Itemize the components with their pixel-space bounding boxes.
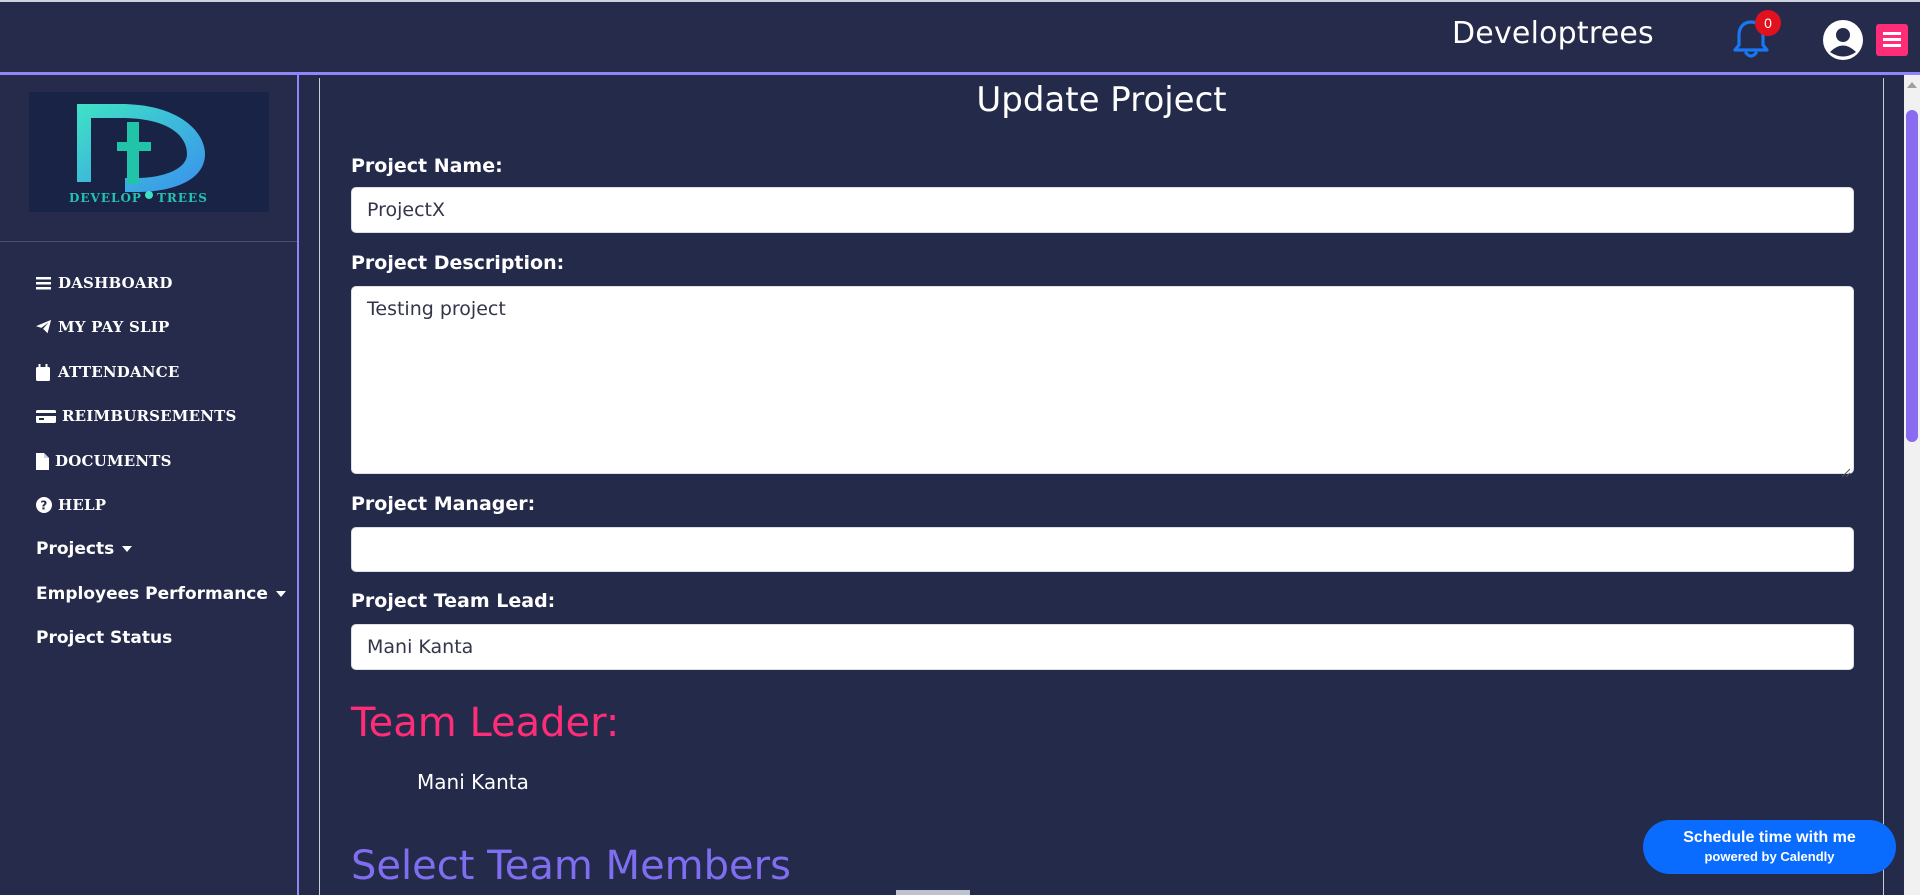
credit-card-icon [36,408,56,424]
svg-text:DEVELOP: DEVELOP [69,191,142,205]
select-team-members-heading: Select Team Members [351,843,791,889]
sidebar-item-my-pay-slip[interactable]: MY PAY SLIP [36,318,169,336]
sidebar-item-dashboard[interactable]: DASHBOARD [36,274,173,292]
project-manager-input[interactable] [351,527,1854,572]
notification-count-badge: 0 [1755,10,1781,36]
developtrees-logo: DEVELOP TREES [29,92,269,212]
project-description-text: Testing project [367,298,506,320]
calendar-icon [36,364,52,381]
file-icon [36,453,49,470]
project-description-label: Project Description: [351,252,565,274]
scrollbar-thumb[interactable] [1906,110,1918,442]
horizontal-scrollbar-thumb[interactable] [896,890,970,895]
scroll-up-arrow-icon[interactable] [1907,82,1917,88]
project-name-label: Project Name: [351,155,503,177]
caret-down-icon [275,591,286,597]
sidebar-item-label: DASHBOARD [58,274,173,292]
team-leader-heading: Team Leader: [351,700,620,746]
sidebar-item-label: REIMBURSEMENTS [62,407,237,425]
calendly-line-1: Schedule time with me [1683,829,1856,846]
sidebar-item-attendance[interactable]: ATTENDANCE [36,363,179,381]
svg-text:TREES: TREES [157,191,208,205]
sidebar-item-help[interactable]: ? HELP [36,496,106,514]
sidebar-item-employees-performance[interactable]: Employees Performance [36,584,286,604]
sidebar-item-label: DOCUMENTS [55,452,172,470]
project-description-textarea[interactable]: Testing project [351,286,1854,478]
top-navbar: Developtrees 0 [0,0,1920,75]
sidebar: DEVELOP TREES DASHBOARD MY PAY SLIP ATTE… [0,75,299,895]
team-leader-name: Mani Kanta [417,770,529,794]
caret-down-icon [122,546,133,552]
sidebar-item-label: ATTENDANCE [58,363,180,381]
panel-border [319,78,320,895]
calendly-line-2: powered by Calendly [1704,849,1835,864]
page-title: Update Project [976,80,1227,120]
hamburger-menu-button[interactable] [1876,24,1908,56]
paper-plane-icon [36,319,52,335]
panel-border [1883,78,1884,895]
sidebar-item-label: Projects [36,539,115,559]
sidebar-item-project-status[interactable]: Project Status [36,628,172,648]
project-name-input[interactable]: ProjectX [351,187,1854,233]
sidebar-item-label: HELP [58,496,107,514]
bars-icon [36,275,52,291]
brand-title: Developtrees [1452,16,1654,51]
svg-text:?: ? [40,499,47,513]
sidebar-item-reimbursements[interactable]: REIMBURSEMENTS [36,407,237,425]
question-circle-icon: ? [36,497,52,513]
sidebar-item-label: Employees Performance [36,584,268,604]
sidebar-divider [0,241,297,242]
project-manager-label: Project Manager: [351,493,536,515]
project-team-lead-label: Project Team Lead: [351,590,556,612]
calendly-schedule-button[interactable]: Schedule time with me powered by Calendl… [1643,820,1896,874]
sidebar-item-label: Project Status [36,628,173,648]
sidebar-item-label: MY PAY SLIP [58,318,170,336]
sidebar-item-documents[interactable]: DOCUMENTS [36,452,172,470]
user-avatar-icon[interactable] [1822,19,1864,61]
sidebar-item-projects[interactable]: Projects [36,539,133,559]
resize-handle-icon[interactable] [1840,460,1851,478]
project-team-lead-input[interactable]: Mani Kanta [351,624,1854,670]
